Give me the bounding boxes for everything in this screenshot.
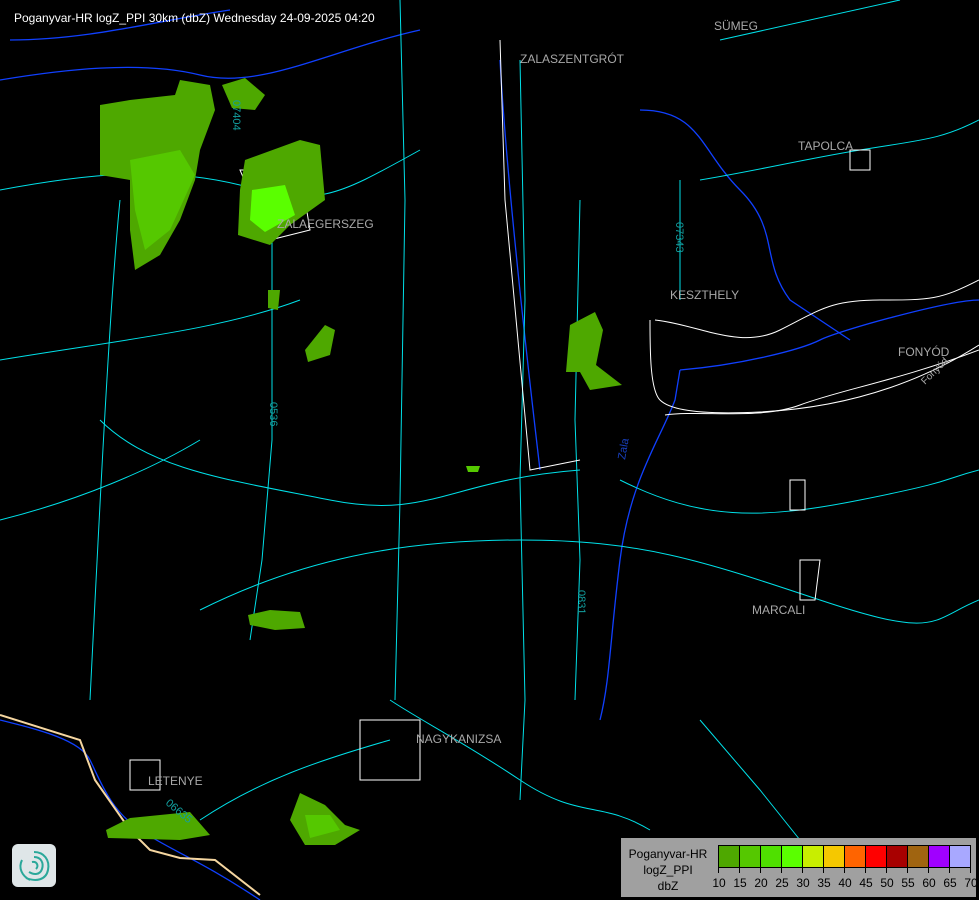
legend-tick-mark [760,867,761,873]
echo [268,290,280,310]
legend-tick-label: 45 [859,876,873,890]
legend-tick-mark [781,867,782,873]
city-nagykanizsa: NAGYKANIZSA [416,732,501,746]
legend-swatch [740,846,761,867]
legend-tick-mark [718,867,719,873]
legend-tick-label: 60 [922,876,936,890]
legend-tick-label: 35 [817,876,831,890]
radar-echoes [100,78,622,845]
city-zalaegerszeg: ZALAEGERSZEG [277,217,374,231]
legend-swatch [866,846,887,867]
radar-logo [12,844,56,887]
legend-tick-label: 25 [775,876,789,890]
legend-tick-mark [865,867,866,873]
swirl-logo-icon [19,851,50,881]
legend-swatch [761,846,782,867]
legend-tick-label: 15 [733,876,747,890]
city-marcali: MARCALI [752,603,805,617]
road-label: 0831 [575,590,587,614]
city-letenye: LETENYE [148,774,203,788]
road-label-fonyod: Fonyód [919,356,950,387]
echo [566,312,622,390]
legend-swatch [803,846,824,867]
echo [222,78,265,110]
city-zalaszentgrot: ZALASZENTGRÓT [520,51,625,66]
city-keszthely: KESZTHELY [670,288,739,302]
legend-swatch [782,846,803,867]
legend-tick-label: 30 [796,876,810,890]
legend-swatch [719,846,740,867]
city-sumeg: SÜMEG [714,19,758,33]
legend-tick-mark [739,867,740,873]
legend-swatch [887,846,908,867]
echo [248,610,305,630]
legend-unit: dbZ [657,879,679,893]
legend-tick-mark [949,867,950,873]
color-legend: Poganyvar-HR logZ_PPI dbZ 10 15 20 25 30 35 40… [621,838,978,897]
echo [305,325,335,362]
legend-tick-label: 40 [838,876,852,890]
legend-tick-mark [928,867,929,873]
legend-tick-label: 20 [754,876,768,890]
city-tapolca: TAPOLCA [798,139,853,153]
legend-swatch [845,846,866,867]
legend-product: logZ_PPI [643,863,693,877]
legend-tick-mark [886,867,887,873]
legend-swatch [929,846,950,867]
legend-swatch [950,846,970,867]
legend-tick-label: 65 [943,876,957,890]
road-label: 07343 [673,222,685,253]
legend-swatch [824,846,845,867]
legend-swatch [908,846,929,867]
legend-tick-label: 50 [880,876,894,890]
road-label: 07404 [230,100,242,131]
legend-tick-label: 70 [964,876,978,890]
legend-tick-label: 10 [712,876,726,890]
legend-radar-name: Poganyvar-HR [628,847,708,861]
radar-map[interactable]: SÜMEG ZALASZENTGRÓT TAPOLCA ZALAEGERSZEG… [0,0,979,900]
river-label-zala: Zala [616,436,632,460]
echo [466,466,480,472]
legend-tick-mark [844,867,845,873]
legend-tick-mark [970,867,971,873]
legend-tick-label: 55 [901,876,915,890]
legend-labels: Poganyvar-HR logZ_PPI dbZ [625,846,711,894]
map-title: Poganyvar-HR logZ_PPI 30km (dbZ) Wednesd… [14,11,375,25]
road-label: 0536 [267,402,279,426]
legend-tick-mark [802,867,803,873]
legend-color-bar [718,845,971,868]
legend-tick-mark [907,867,908,873]
legend-tick-mark [823,867,824,873]
